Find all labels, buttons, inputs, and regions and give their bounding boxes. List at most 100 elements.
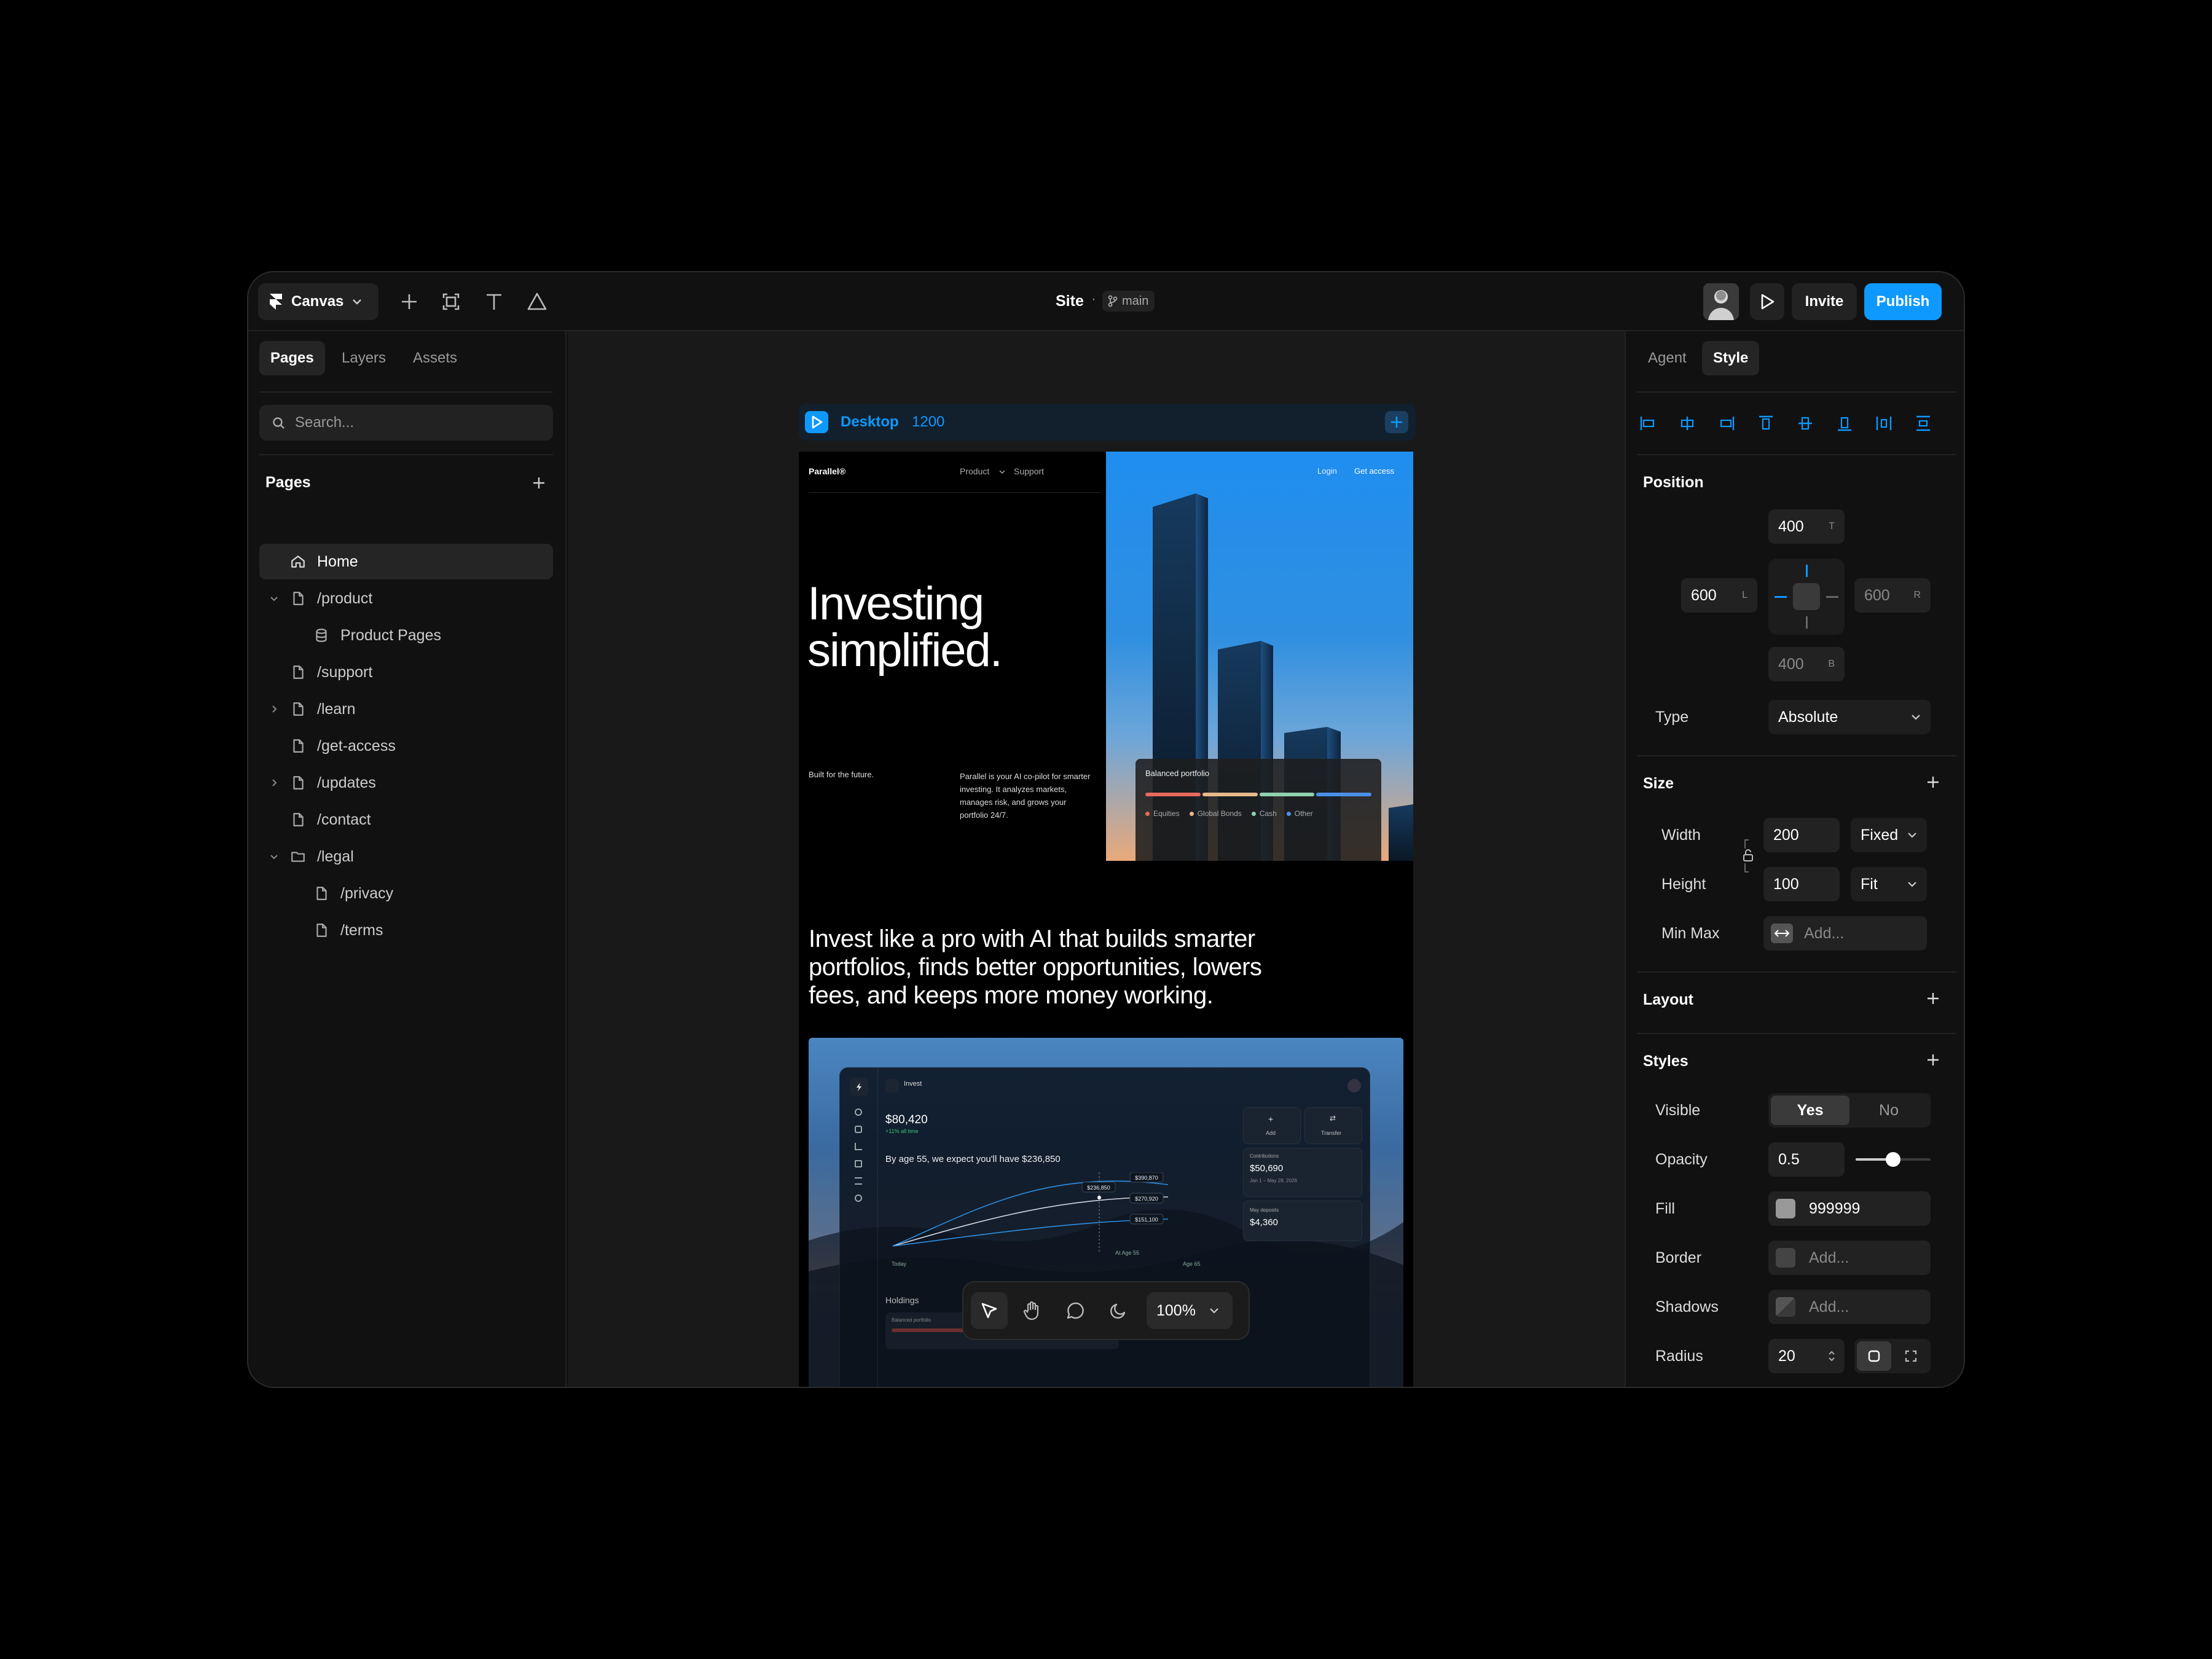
- width-input[interactable]: 200: [1763, 818, 1840, 852]
- minmax-label: Min Max: [1661, 925, 1720, 942]
- page-item[interactable]: /updates: [259, 765, 553, 801]
- add-style-icon[interactable]: [1924, 1051, 1942, 1069]
- frame-header[interactable]: Desktop 1200: [799, 404, 1416, 441]
- canvas-toolbar: 100%: [962, 1281, 1250, 1340]
- fill-swatch[interactable]: [1776, 1199, 1795, 1218]
- text-icon[interactable]: [476, 283, 512, 320]
- preview-play-button[interactable]: [1750, 283, 1784, 320]
- type-select[interactable]: Absolute: [1768, 700, 1931, 734]
- transfer-button[interactable]: ⇄ Transfer: [1304, 1107, 1362, 1144]
- page-item[interactable]: /product: [259, 581, 553, 616]
- lock-aspect-icon[interactable]: [1740, 837, 1756, 874]
- publish-button[interactable]: Publish: [1864, 283, 1942, 320]
- distribute-h-icon[interactable]: [1874, 414, 1894, 433]
- constraint-top-pin[interactable]: [1806, 565, 1808, 577]
- page-item[interactable]: /learn: [259, 691, 553, 727]
- width-mode-select[interactable]: Fixed: [1851, 818, 1927, 852]
- shadow-swatch[interactable]: [1776, 1297, 1795, 1317]
- align-left-icon[interactable]: [1638, 414, 1658, 433]
- constraint-left-pin[interactable]: [1775, 596, 1787, 598]
- tab-agent[interactable]: Agent: [1637, 341, 1698, 375]
- plus-icon[interactable]: [391, 283, 428, 320]
- distribute-v-icon[interactable]: [1913, 414, 1933, 433]
- page-item[interactable]: /legal: [259, 839, 553, 874]
- align-center-h-icon[interactable]: [1677, 414, 1697, 433]
- hand-icon[interactable]: [1014, 1292, 1051, 1329]
- position-right-field[interactable]: 600 R: [1854, 578, 1931, 613]
- avatar[interactable]: [1703, 283, 1739, 320]
- constraint-widget[interactable]: [1768, 559, 1845, 635]
- chevron-right-icon[interactable]: [268, 777, 280, 789]
- constraint-right-pin[interactable]: [1826, 596, 1838, 598]
- page-item[interactable]: /get-access: [259, 728, 553, 764]
- moon-icon[interactable]: [1100, 1292, 1137, 1329]
- tab-pages[interactable]: Pages: [259, 341, 325, 375]
- pointer-icon[interactable]: [971, 1292, 1008, 1329]
- page-item[interactable]: /terms: [259, 912, 553, 948]
- chart-value-text: $270,920: [1135, 1196, 1158, 1202]
- height-input[interactable]: 100: [1763, 867, 1840, 901]
- stepper-icon[interactable]: [1827, 1349, 1836, 1363]
- comment-icon[interactable]: [1057, 1292, 1094, 1329]
- visible-no-button[interactable]: No: [1849, 1096, 1928, 1125]
- chevron-right-icon[interactable]: [268, 703, 280, 715]
- page-item[interactable]: /privacy: [259, 876, 553, 911]
- align-bottom-icon[interactable]: [1835, 414, 1854, 433]
- position-bottom-field[interactable]: 400 B: [1768, 647, 1845, 681]
- portfolio-legend: Equities Global Bonds Cash Other: [1145, 809, 1313, 818]
- chevron-down-icon: [352, 299, 362, 305]
- opacity-slider-thumb[interactable]: [1886, 1152, 1900, 1167]
- radius-uniform-icon[interactable]: [1857, 1341, 1891, 1371]
- nav-product[interactable]: Product: [960, 466, 989, 476]
- chevron-down-icon[interactable]: [268, 850, 280, 863]
- add-layout-icon[interactable]: [1924, 990, 1942, 1007]
- page-icon: [290, 590, 306, 606]
- search-input[interactable]: Search...: [259, 405, 553, 441]
- design-canvas[interactable]: Desktop 1200 Parallel® Product Support I…: [568, 331, 1648, 1387]
- radius-input[interactable]: 20: [1768, 1339, 1845, 1373]
- tab-layers[interactable]: Layers: [331, 341, 397, 375]
- invite-button[interactable]: Invite: [1792, 283, 1857, 320]
- opacity-input[interactable]: 0.5: [1768, 1142, 1845, 1177]
- height-mode-select[interactable]: Fit: [1851, 867, 1927, 901]
- width-mode-value: Fixed: [1861, 826, 1899, 844]
- visible-yes-button[interactable]: Yes: [1771, 1096, 1849, 1125]
- constraint-bottom-pin[interactable]: [1806, 616, 1808, 629]
- left-panel: Pages Layers Assets Search... Pages Home…: [248, 331, 567, 1387]
- shape-icon[interactable]: [519, 283, 555, 320]
- chevron-down-icon[interactable]: [268, 592, 280, 605]
- add-size-icon[interactable]: [1924, 774, 1942, 791]
- tab-assets[interactable]: Assets: [402, 341, 468, 375]
- dashboard-avatar[interactable]: [1347, 1079, 1361, 1092]
- nav-support[interactable]: Support: [1014, 466, 1044, 476]
- opacity-slider[interactable]: [1856, 1152, 1931, 1167]
- branch-badge[interactable]: main: [1102, 291, 1155, 312]
- position-top-field[interactable]: 400 T: [1768, 509, 1845, 544]
- dashboard-menu[interactable]: Invest: [904, 1080, 922, 1088]
- page-item[interactable]: Product Pages: [259, 618, 553, 653]
- page-item[interactable]: /contact: [259, 802, 553, 837]
- align-top-icon[interactable]: [1756, 414, 1776, 433]
- page-item[interactable]: /support: [259, 654, 553, 690]
- app-menu-button[interactable]: Canvas: [258, 283, 378, 320]
- add-button[interactable]: + Add: [1243, 1107, 1301, 1144]
- border-swatch[interactable]: [1776, 1248, 1795, 1268]
- page-item[interactable]: Home: [259, 544, 553, 579]
- add-breakpoint-icon[interactable]: [1385, 411, 1408, 433]
- tab-style[interactable]: Style: [1702, 341, 1760, 375]
- nav-get-access[interactable]: Get access: [1354, 466, 1394, 476]
- position-left-suffix: L: [1742, 590, 1747, 600]
- align-middle-v-icon[interactable]: [1795, 414, 1815, 433]
- site-brand[interactable]: Parallel®: [809, 466, 845, 476]
- add-page-icon[interactable]: [531, 475, 547, 491]
- align-right-icon[interactable]: [1717, 414, 1736, 433]
- add-label: Add: [1266, 1130, 1276, 1136]
- position-left-field[interactable]: 600 L: [1681, 578, 1757, 613]
- position-bottom-value: 400: [1778, 655, 1804, 673]
- frame-icon[interactable]: [433, 283, 469, 320]
- radius-individual-icon[interactable]: [1894, 1341, 1928, 1371]
- desktop-frame[interactable]: Parallel® Product Support Investing simp…: [799, 452, 1413, 1387]
- zoom-select[interactable]: 100%: [1147, 1292, 1233, 1329]
- frame-play-icon[interactable]: [805, 411, 828, 433]
- nav-login[interactable]: Login: [1317, 466, 1337, 476]
